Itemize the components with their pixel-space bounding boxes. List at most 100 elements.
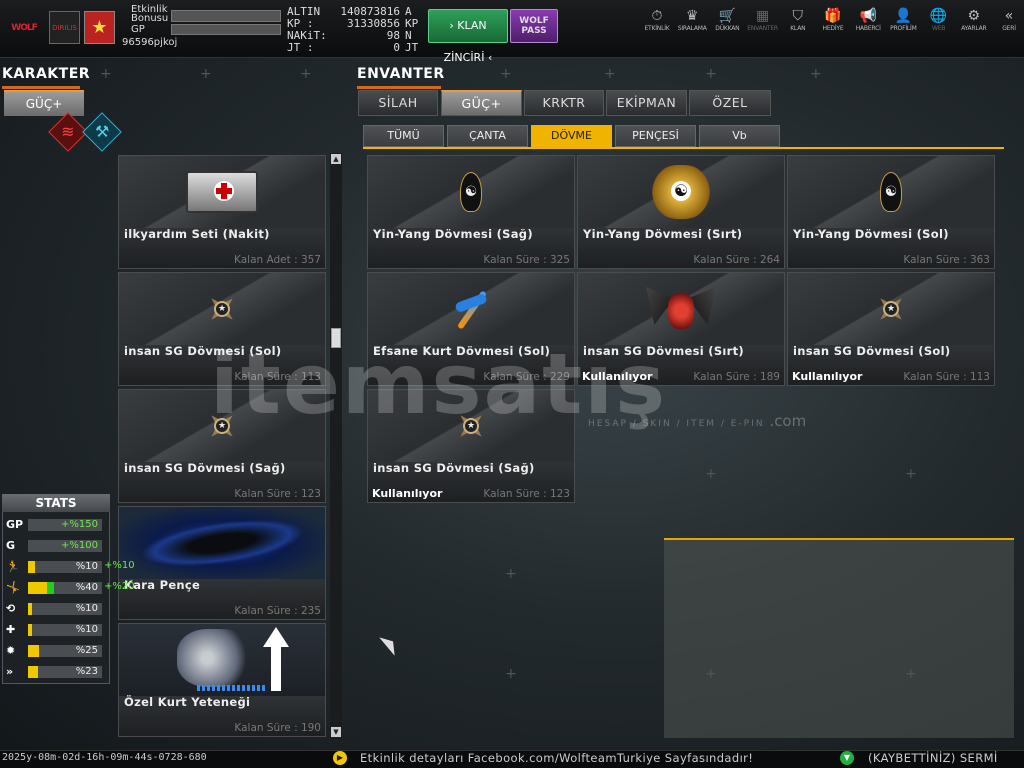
nav-label: ETKİNLİK bbox=[644, 25, 670, 32]
nav-label: SIRALAMA bbox=[677, 25, 707, 32]
scrollbar[interactable] bbox=[330, 153, 342, 739]
item-remaining: Kalan Süre : 363 bbox=[903, 254, 990, 266]
stat-bar: %10 bbox=[28, 561, 102, 573]
clan-emblem[interactable]: DIRILIS bbox=[49, 11, 80, 44]
chevron-left-icon: › bbox=[449, 19, 454, 32]
stat-bar: +%150 bbox=[28, 519, 102, 531]
envanter-underline bbox=[357, 86, 441, 89]
wolf-pass-label-1: WOLF bbox=[519, 16, 549, 26]
nav-label: KLAN bbox=[790, 25, 806, 32]
nav-label: GERİ bbox=[1002, 25, 1016, 32]
heal-icon: ✚ bbox=[6, 623, 16, 636]
grid-marker: + bbox=[300, 66, 312, 82]
stat-row: GP +%150 bbox=[6, 518, 136, 532]
stat-bonus: +%10 bbox=[104, 560, 135, 571]
item-remaining: Kalan Süre : 189 bbox=[693, 371, 780, 383]
subtab-vb[interactable]: Vb bbox=[699, 125, 780, 147]
stat-value: +%150 bbox=[61, 519, 98, 530]
item-card[interactable]: ☯ Yin-Yang Dövmesi (Sırt) Kalan Süre : 264 bbox=[577, 155, 785, 269]
nav-gift[interactable]: 🎁 HEDİYE bbox=[815, 8, 851, 38]
watermark-sub-text: HESAP / SKIN / ITEM / E-PIN bbox=[588, 419, 765, 429]
karakter-guc-button[interactable]: GÜÇ+ bbox=[4, 90, 84, 116]
item-card[interactable]: ilkyardım Seti (Nakit) Kalan Adet : 357 bbox=[118, 155, 326, 269]
nav-shield[interactable]: ⛉ KLAN bbox=[780, 8, 816, 38]
in-use-badge: Kullanılıyor bbox=[372, 487, 443, 500]
black-claw-icon bbox=[139, 512, 305, 574]
grid-marker: + bbox=[505, 566, 517, 582]
nav-inventory[interactable]: ▦ ENVANTER bbox=[745, 8, 781, 38]
stat-fill bbox=[28, 645, 40, 657]
tab-güç+[interactable]: GÜÇ+ bbox=[441, 90, 522, 116]
wolf-pass-button[interactable]: WOLF PASS bbox=[510, 9, 558, 43]
stat-row: ✹ %25 bbox=[6, 644, 136, 658]
stat-fill bbox=[28, 666, 39, 678]
item-remaining: Kalan Süre : 325 bbox=[483, 254, 570, 266]
item-name: Yin-Yang Dövmesi (Sağ) bbox=[373, 227, 533, 241]
stat-bonus: +%20 bbox=[104, 581, 135, 592]
mouse-cursor-icon bbox=[379, 632, 401, 656]
subtab-pençesi̇[interactable]: PENÇESİ bbox=[615, 125, 696, 147]
grid-marker: + bbox=[500, 66, 512, 82]
ranking-icon: ♛ bbox=[685, 8, 699, 24]
globe-icon: 🌐 bbox=[929, 8, 948, 24]
item-card[interactable]: ☯ Yin-Yang Dövmesi (Sağ) Kalan Süre : 325 bbox=[367, 155, 575, 269]
item-remaining: Kalan Süre : 235 bbox=[234, 605, 321, 617]
blue-skill-icon[interactable]: ⚒ bbox=[82, 112, 122, 152]
subtab-tümü[interactable]: TÜMÜ bbox=[363, 125, 444, 147]
stat-fill bbox=[28, 624, 33, 636]
stat-fill bbox=[28, 561, 36, 573]
item-name: insan SG Dövmesi (Sağ) bbox=[373, 461, 535, 475]
nav-profile[interactable]: 👤 PROFİLİM bbox=[885, 8, 921, 38]
karakter-underline bbox=[2, 86, 80, 89]
stat-bar: %10 bbox=[28, 624, 102, 636]
rank-badge-icon: ★ bbox=[84, 11, 115, 44]
stat-fill bbox=[28, 582, 47, 594]
item-card[interactable]: ☯ Yin-Yang Dövmesi (Sol) Kalan Süre : 363 bbox=[787, 155, 995, 269]
item-name: Özel Kurt Yeteneği bbox=[124, 695, 251, 709]
karakter-title: KARAKTER bbox=[2, 66, 91, 82]
nav-stopwatch[interactable]: ⏱ ETKİNLİK bbox=[639, 8, 675, 38]
nav-back[interactable]: «GERİ bbox=[991, 8, 1024, 38]
nav-ranking[interactable]: ♛ SIRALAMA bbox=[674, 8, 710, 38]
item-remaining: Kalan Süre : 123 bbox=[234, 488, 321, 500]
scroll-up-icon[interactable]: ▲ bbox=[331, 154, 341, 164]
nav-megaphone[interactable]: 📢 HABERCİ bbox=[850, 8, 886, 38]
tab-eki̇pman[interactable]: EKİPMAN bbox=[606, 90, 687, 116]
stats-title: STATS bbox=[2, 494, 110, 512]
stat-value: +%100 bbox=[61, 540, 98, 551]
event-bonus-label-2: Bonusu bbox=[131, 13, 169, 24]
nav-label: ENVANTER bbox=[747, 25, 778, 32]
tab-krktr[interactable]: KRKTR bbox=[524, 90, 604, 116]
run-icon: 🏃 bbox=[6, 560, 20, 573]
nav-label: WEB bbox=[931, 25, 946, 32]
profile-icon: 👤 bbox=[894, 8, 913, 24]
jump-icon: 🤸 bbox=[6, 581, 20, 594]
item-name: Yin-Yang Dövmesi (Sol) bbox=[793, 227, 949, 241]
item-name: ilkyardım Seti (Nakit) bbox=[124, 227, 270, 241]
item-remaining: Kalan Süre : 264 bbox=[693, 254, 780, 266]
dragon-tattoo-icon: ☯ bbox=[643, 163, 719, 221]
stat-row: 🏃 %10 +%10 bbox=[6, 560, 136, 574]
nav-cart[interactable]: 🛒 DÜKKAN bbox=[709, 8, 745, 38]
nav-label: DÜKKAN bbox=[715, 25, 740, 32]
status-icon: ▼ bbox=[840, 751, 854, 765]
item-card[interactable]: Özel Kurt Yeteneği Kalan Süre : 190 bbox=[118, 623, 326, 737]
ticker-message-2: (KAYBETTİNİZ) SERMİ bbox=[868, 751, 998, 765]
nav-globe[interactable]: 🌐 WEB bbox=[921, 8, 957, 38]
megaphone-icon: 📢 bbox=[859, 8, 877, 24]
scroll-down-icon[interactable]: ▼ bbox=[331, 727, 341, 737]
game-logo: WOLF bbox=[11, 23, 37, 33]
subtab-dövme[interactable]: DÖVME bbox=[531, 125, 612, 147]
cart-icon: 🛒 bbox=[718, 8, 737, 24]
item-card[interactable]: Kara Pençe Kalan Süre : 235 bbox=[118, 506, 326, 620]
nav-gear[interactable]: ⚙ AYARLAR bbox=[956, 8, 992, 38]
item-card[interactable]: ★ insan SG Dövmesi (Sol) Kalan Süre : 113 K… bbox=[787, 272, 995, 386]
timestamp: 2025y-08m-02d-16h-09m-44s-0728-680 bbox=[2, 752, 207, 763]
klan-chain-button[interactable]: › KLAN ZİNCİRİ ‹ bbox=[428, 9, 508, 64]
grid-marker: + bbox=[705, 466, 717, 482]
tab-si̇lah[interactable]: SİLAH bbox=[358, 90, 438, 116]
firstaid-kit-icon bbox=[186, 171, 258, 213]
subtab-çanta[interactable]: ÇANTA bbox=[447, 125, 528, 147]
tab-özel[interactable]: ÖZEL bbox=[689, 90, 771, 116]
grid-marker: + bbox=[100, 66, 112, 82]
